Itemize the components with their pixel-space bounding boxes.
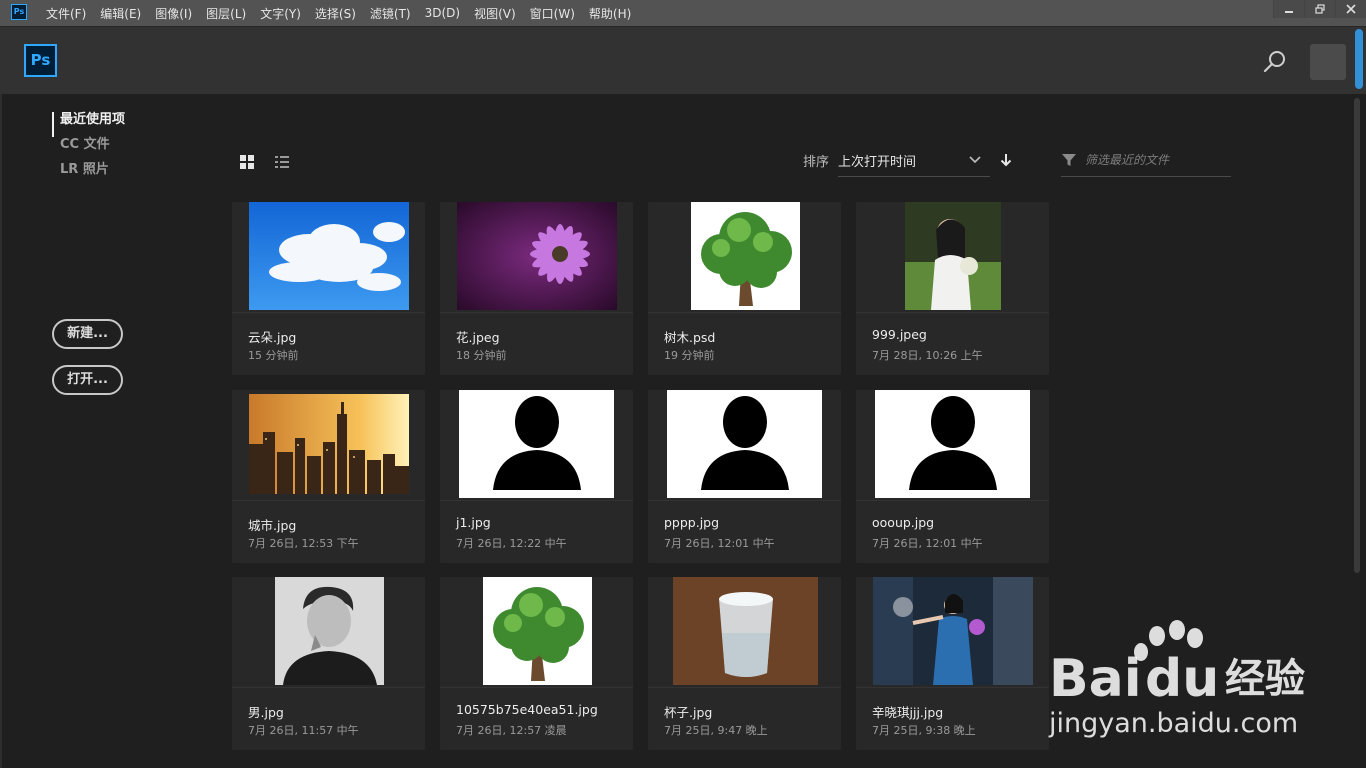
file-timestamp: 7月 26日, 12:53 下午: [248, 537, 359, 550]
nav-item-lr-photos[interactable]: LR 照片: [52, 162, 125, 187]
sort-direction-arrow-icon[interactable]: [998, 152, 1014, 168]
file-card[interactable]: 杯子.jpg 7月 25日, 9:47 晚上: [648, 577, 841, 750]
restore-button[interactable]: [1304, 0, 1335, 18]
list-view-icon[interactable]: [274, 154, 290, 170]
file-name: j1.jpg: [456, 515, 491, 530]
filter-recent-files-input[interactable]: [1085, 150, 1225, 170]
start-workspace-header: Ps: [0, 26, 1366, 95]
filter-box: [1061, 148, 1231, 177]
menu-bar: Ps 文件(F) 编辑(E) 图像(I) 图层(L) 文字(Y) 选择(S) 滤…: [0, 0, 1366, 26]
menu-type[interactable]: 文字(Y): [260, 5, 301, 22]
restore-icon: [1315, 4, 1325, 14]
file-timestamp: 7月 26日, 12:01 中午: [664, 537, 775, 550]
file-name: 10575b75e40ea51.jpg: [456, 702, 598, 717]
file-thumbnail: [232, 202, 425, 313]
file-thumbnail: [856, 202, 1049, 313]
menu-window[interactable]: 窗口(W): [530, 5, 575, 22]
file-thumbnail: [648, 577, 841, 688]
file-card[interactable]: 男.jpg 7月 26日, 11:57 中午: [232, 577, 425, 750]
menu-items: 文件(F) 编辑(E) 图像(I) 图层(L) 文字(Y) 选择(S) 滤镜(T…: [46, 0, 645, 26]
minimize-button[interactable]: [1273, 0, 1304, 18]
menu-view[interactable]: 视图(V): [474, 5, 516, 22]
sort-value: 上次打开时间: [838, 155, 917, 170]
content-scrollbar[interactable]: [1354, 98, 1360, 573]
file-timestamp: 7月 26日, 12:57 凌晨: [456, 724, 567, 737]
grid-view-icon[interactable]: [239, 154, 255, 170]
menu-layer[interactable]: 图层(L): [206, 5, 246, 22]
menu-file[interactable]: 文件(F): [46, 5, 86, 22]
file-timestamp: 7月 26日, 12:01 中午: [872, 537, 983, 550]
file-card[interactable]: 辛晓琪jjj.jpg 7月 25日, 9:38 晚上: [856, 577, 1049, 750]
file-timestamp: 7月 26日, 12:22 中午: [456, 537, 567, 550]
close-icon: [1346, 4, 1356, 14]
file-timestamp: 18 分钟前: [456, 349, 507, 362]
new-button[interactable]: 新建...: [52, 319, 123, 349]
sidebar-nav: 最近使用项 CC 文件 LR 照片: [52, 112, 125, 187]
file-card[interactable]: 城市.jpg 7月 26日, 12:53 下午: [232, 390, 425, 563]
file-name: 999.jpeg: [872, 327, 927, 342]
file-thumbnail: [440, 390, 633, 501]
file-thumbnail: [440, 577, 633, 688]
left-edge-divider: [0, 94, 2, 768]
menu-image[interactable]: 图像(I): [155, 5, 192, 22]
search-icon[interactable]: [1262, 49, 1288, 75]
file-thumbnail: [648, 202, 841, 313]
file-name: 花.jpeg: [456, 330, 500, 345]
file-card[interactable]: oooup.jpg 7月 26日, 12:01 中午: [856, 390, 1049, 563]
file-card[interactable]: 云朵.jpg 15 分钟前: [232, 202, 425, 375]
file-name: 男.jpg: [248, 705, 284, 720]
file-timestamp: 7月 26日, 11:57 中午: [248, 724, 359, 737]
file-card[interactable]: pppp.jpg 7月 26日, 12:01 中午: [648, 390, 841, 563]
file-name: 杯子.jpg: [664, 705, 713, 720]
file-thumbnail: [440, 202, 633, 313]
window-controls: [1273, 0, 1366, 18]
file-timestamp: 19 分钟前: [664, 349, 715, 362]
open-button[interactable]: 打开...: [52, 365, 123, 395]
file-name: 树木.psd: [664, 330, 716, 345]
file-name: 城市.jpg: [248, 518, 297, 533]
file-thumbnail: [232, 390, 425, 501]
close-button[interactable]: [1335, 0, 1366, 18]
sort-label: 排序: [803, 155, 830, 170]
scroll-indicator[interactable]: [1355, 29, 1363, 89]
photoshop-logo: Ps: [24, 44, 57, 77]
file-card[interactable]: 10575b75e40ea51.jpg 7月 26日, 12:57 凌晨: [440, 577, 633, 750]
file-name: 云朵.jpg: [248, 330, 297, 345]
user-avatar[interactable]: [1310, 44, 1346, 80]
file-card[interactable]: j1.jpg 7月 26日, 12:22 中午: [440, 390, 633, 563]
file-card[interactable]: 999.jpeg 7月 28日, 10:26 上午: [856, 202, 1049, 375]
file-name: pppp.jpg: [664, 515, 720, 530]
file-timestamp: 7月 28日, 10:26 上午: [872, 349, 983, 362]
photoshop-app-icon[interactable]: Ps: [11, 4, 27, 20]
nav-item-cc-files[interactable]: CC 文件: [52, 137, 125, 162]
menu-select[interactable]: 选择(S): [315, 5, 356, 22]
file-timestamp: 15 分钟前: [248, 349, 299, 362]
menu-3d[interactable]: 3D(D): [425, 6, 460, 20]
sort-dropdown[interactable]: 上次打开时间: [838, 148, 990, 177]
nav-item-recent[interactable]: 最近使用项: [52, 112, 125, 137]
file-timestamp: 7月 25日, 9:38 晚上: [872, 724, 976, 737]
file-thumbnail: [856, 390, 1049, 501]
menu-edit[interactable]: 编辑(E): [100, 5, 141, 22]
file-name: 辛晓琪jjj.jpg: [872, 705, 944, 720]
menu-filter[interactable]: 滤镜(T): [370, 5, 411, 22]
file-thumbnail: [648, 390, 841, 501]
filter-funnel-icon: [1062, 154, 1076, 166]
minimize-icon: [1285, 11, 1293, 13]
file-card[interactable]: 树木.psd 19 分钟前: [648, 202, 841, 375]
file-card[interactable]: 花.jpeg 18 分钟前: [440, 202, 633, 375]
file-thumbnail: [856, 577, 1049, 688]
chevron-down-icon: [969, 156, 981, 164]
file-thumbnail: [232, 577, 425, 688]
file-timestamp: 7月 25日, 9:47 晚上: [664, 724, 768, 737]
menu-help[interactable]: 帮助(H): [589, 5, 631, 22]
file-name: oooup.jpg: [872, 515, 935, 530]
